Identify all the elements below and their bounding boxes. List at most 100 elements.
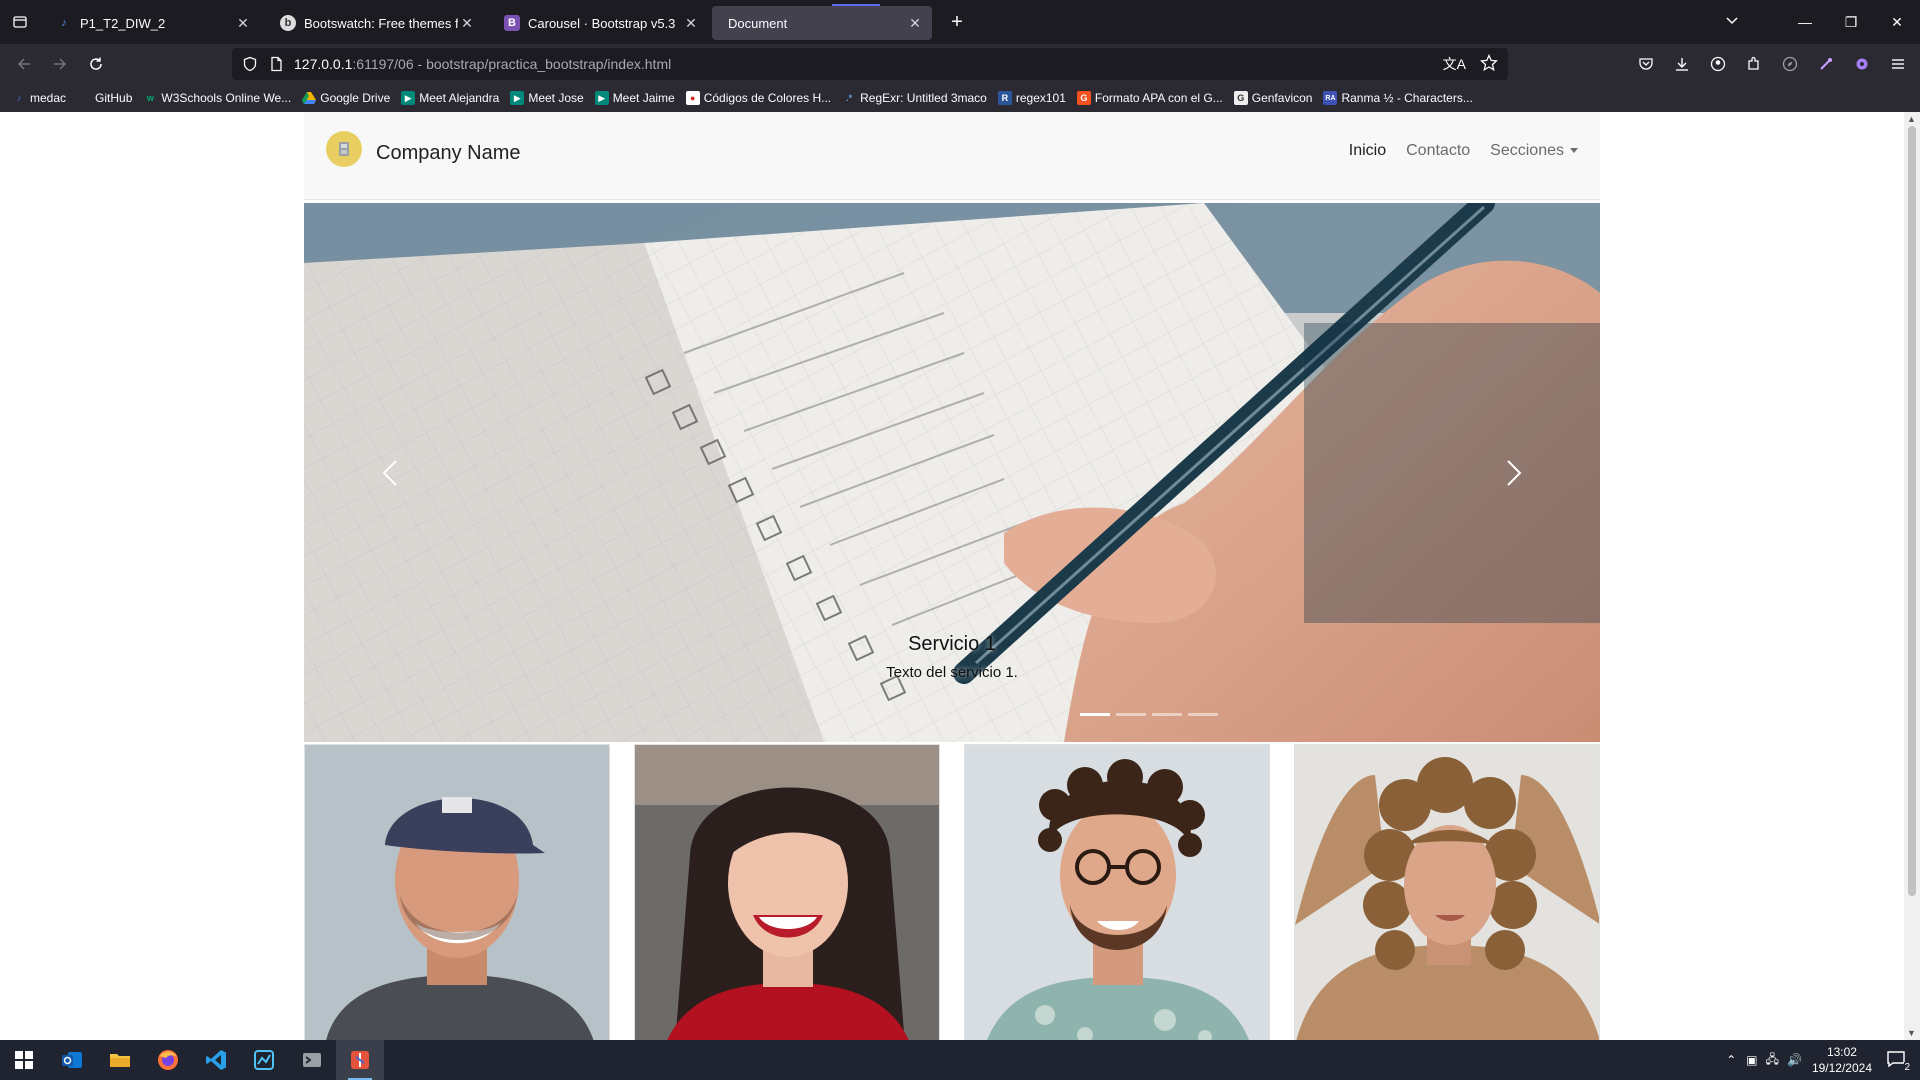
tab-title: Carousel · Bootstrap v5.3 (528, 15, 676, 31)
tab-overview-button[interactable] (0, 0, 40, 44)
caret-down-icon (1570, 148, 1578, 154)
close-icon[interactable]: ✕ (682, 14, 700, 32)
team-card (1294, 744, 1600, 1040)
window-controls: — ❐ ✕ (1782, 0, 1920, 44)
url-host: 127.0.0.1 (294, 56, 353, 72)
start-button[interactable] (0, 1040, 48, 1080)
meet-now-icon[interactable]: ▣ (1746, 1053, 1757, 1067)
scroll-down-icon[interactable]: ▼ (1907, 1028, 1916, 1038)
app-chart-icon (254, 1050, 274, 1070)
bookmark-item[interactable]: ♪ medac (12, 91, 66, 105)
forward-button[interactable] (42, 48, 78, 80)
bookmark-item[interactable]: GitHub (95, 91, 132, 105)
outlook-icon (62, 1052, 82, 1068)
back-button[interactable] (6, 48, 42, 80)
gear-icon[interactable] (1848, 50, 1876, 78)
page-scrollbar[interactable]: ▲ ▼ (1904, 112, 1920, 1040)
scrollbar-thumb[interactable] (1908, 126, 1916, 896)
woman-curly-hair-photo (1295, 745, 1599, 1040)
regexr-icon: .* (846, 93, 853, 103)
firefox-icon (158, 1050, 178, 1070)
carousel-indicator[interactable] (1188, 713, 1218, 716)
bookmark-label: Meet Alejandra (419, 91, 500, 105)
notifications-button[interactable]: 2 (1886, 1050, 1910, 1073)
close-icon[interactable]: ✕ (458, 14, 476, 32)
taskbar-clock[interactable]: 13:02 19/12/2024 (1812, 1044, 1872, 1076)
drive-icon (302, 91, 317, 105)
taskbar-firefox[interactable] (144, 1040, 192, 1080)
new-tab-button[interactable]: + (942, 7, 972, 37)
brand-name[interactable]: Company Name (376, 142, 521, 165)
tab-title: Document (728, 15, 788, 31)
nav-dropdown-sections[interactable]: Secciones (1490, 142, 1578, 160)
browser-tab[interactable]: b Bootswatch: Free themes for Bo ✕ (264, 6, 484, 40)
bootstrap-icon: B (504, 15, 520, 31)
compass-icon[interactable] (1776, 50, 1804, 78)
shield-icon[interactable] (242, 56, 258, 72)
bookmark-item[interactable]: G Genfavicon (1233, 91, 1312, 105)
pocket-icon[interactable] (1632, 50, 1660, 78)
minimize-button[interactable]: — (1782, 14, 1828, 30)
bookmark-item[interactable]: .* RegExr: Untitled 3maco (842, 91, 987, 105)
taskbar-vscode[interactable] (192, 1040, 240, 1080)
carousel-slide-image (304, 203, 1600, 742)
system-tray: ⌃ ▣ 🖧 🔊 13:02 19/12/2024 2 (1726, 1040, 1920, 1080)
taskbar-file-explorer[interactable] (96, 1040, 144, 1080)
scroll-up-icon[interactable]: ▲ (1907, 114, 1916, 124)
brand-logo-icon[interactable] (326, 130, 362, 167)
extensions-icon[interactable] (1740, 50, 1768, 78)
browser-tab-active[interactable]: Document ✕ (712, 4, 932, 40)
taskbar-app-blue[interactable] (240, 1040, 288, 1080)
bookmark-item[interactable]: RA Ranma ½ - Characters... (1323, 91, 1473, 105)
browser-tab[interactable]: ♪ P1_T2_DIW_2 ✕ (40, 6, 260, 40)
bookmark-item[interactable]: Google Drive (302, 91, 390, 105)
nav-link-contact[interactable]: Contacto (1406, 142, 1470, 160)
site-nav-links: Inicio Contacto Secciones (1349, 142, 1578, 160)
download-icon[interactable] (1668, 50, 1696, 78)
bookmark-item[interactable]: ▶ Meet Jaime (594, 91, 675, 105)
bookmark-label: GitHub (95, 91, 133, 105)
close-icon[interactable]: ✕ (234, 14, 252, 32)
taskbar-outlook[interactable] (48, 1040, 96, 1080)
menu-icon[interactable] (1884, 50, 1912, 78)
ranma-icon: RA (1323, 91, 1338, 105)
url-path: :61197/06 - bootstrap/practica_bootstrap… (352, 56, 672, 72)
star-icon[interactable] (1480, 54, 1498, 72)
team-card (304, 744, 610, 1040)
close-icon[interactable]: ✕ (906, 14, 924, 32)
vscode-icon (206, 1050, 226, 1070)
bookmark-item[interactable]: G Formato APA con el G... (1076, 91, 1223, 105)
bookmark-item[interactable]: Rregex101 (997, 91, 1066, 105)
carousel-indicator[interactable] (1080, 713, 1110, 716)
bookmark-item[interactable]: w W3Schools Online We... (143, 91, 291, 105)
bookmark-item[interactable]: ▶ Meet Jose (510, 91, 584, 105)
eyedropper-icon[interactable] (1812, 50, 1840, 78)
account-icon[interactable] (1704, 50, 1732, 78)
restore-button[interactable]: ❐ (1828, 14, 1874, 31)
close-window-button[interactable]: ✕ (1874, 14, 1920, 31)
bookmark-item[interactable]: ● Códigos de Colores H... (685, 91, 831, 105)
page-info-icon[interactable] (268, 56, 284, 72)
network-icon[interactable]: 🖧 (1766, 1050, 1779, 1071)
tab-title: P1_T2_DIW_2 (80, 15, 166, 31)
address-bar-actions: 文A (1443, 54, 1498, 74)
bookmarks-bar: ♪ medac GitHub w W3Schools Online We... Go… (0, 84, 1920, 112)
reload-button[interactable] (78, 48, 114, 80)
taskbar-app-gray[interactable] (288, 1040, 336, 1080)
carousel-prev-button[interactable] (370, 443, 410, 503)
carousel-indicator[interactable] (1116, 713, 1146, 716)
clock-time: 13:02 (1826, 1045, 1857, 1059)
browser-tab[interactable]: B Carousel · Bootstrap v5.3 ✕ (488, 6, 708, 40)
chevron-right-icon (1507, 460, 1522, 486)
file-icon: ♪ (61, 17, 67, 29)
translate-icon[interactable]: 文A (1443, 54, 1466, 74)
volume-icon[interactable]: 🔊 (1787, 1053, 1802, 1067)
carousel-next-button[interactable] (1494, 443, 1534, 503)
bookmark-item[interactable]: ▶ Meet Alejandra (401, 91, 499, 105)
address-bar[interactable]: 127.0.0.1:61197/06 - bootstrap/practica_… (232, 48, 1508, 80)
carousel-indicator[interactable] (1152, 713, 1182, 716)
nav-link-home[interactable]: Inicio (1349, 142, 1386, 160)
list-all-tabs-button[interactable] (1724, 12, 1740, 33)
taskbar-active-app[interactable] (336, 1040, 384, 1080)
tray-overflow-icon[interactable]: ⌃ (1726, 1053, 1736, 1067)
